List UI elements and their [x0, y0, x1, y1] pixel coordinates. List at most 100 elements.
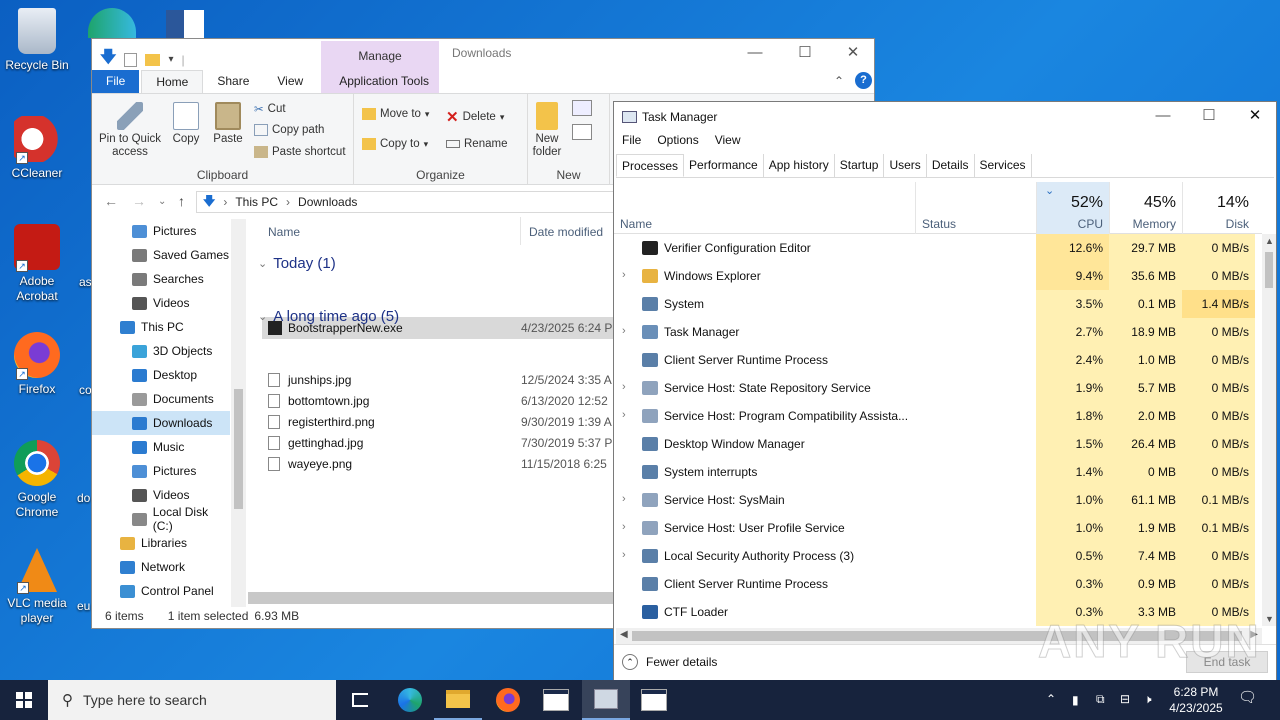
- address-bar[interactable]: 🡇 › This PC › Downloads: [196, 191, 616, 213]
- tray-overflow-chevron-icon[interactable]: ⌃: [1046, 691, 1056, 707]
- desktop-icon-acrobat[interactable]: ↗ Adobe Acrobat: [0, 224, 74, 304]
- process-row[interactable]: › Service Host: User Profile Service 1.0% 1…: [614, 514, 1262, 542]
- process-row[interactable]: System 3.5% 0.1 MB 1.4 MB/s: [614, 290, 1262, 318]
- battery-icon[interactable]: ▮: [1072, 692, 1079, 708]
- process-row[interactable]: Client Server Runtime Process 0.3% 0.9 MB 0…: [614, 570, 1262, 598]
- taskbar-search-box[interactable]: ⚲ Type here to search: [48, 680, 336, 720]
- tm-maximize-button[interactable]: ☐: [1186, 102, 1232, 132]
- expand-chevron-icon[interactable]: ›: [622, 549, 626, 561]
- device-icon[interactable]: ⧉: [1096, 691, 1105, 707]
- nav-item[interactable]: Desktop: [92, 363, 230, 387]
- nav-item[interactable]: Documents: [92, 387, 230, 411]
- process-row[interactable]: › Service Host: Program Compatibility Ass…: [614, 402, 1262, 430]
- forward-arrow-icon[interactable]: →: [132, 193, 146, 209]
- new-folder-button[interactable]: New folder: [530, 102, 564, 159]
- easy-access-icon[interactable]: [572, 124, 592, 140]
- nav-item[interactable]: Pictures: [92, 219, 230, 243]
- copy-button[interactable]: Copy: [166, 102, 206, 146]
- up-arrow-icon[interactable]: ↑: [178, 193, 185, 209]
- paste-shortcut-button[interactable]: Paste shortcut: [254, 146, 346, 158]
- col-name[interactable]: Name: [614, 182, 916, 234]
- taskbar-explorer[interactable]: [434, 680, 482, 720]
- expand-chevron-icon[interactable]: ›: [622, 521, 626, 533]
- expand-chevron-icon[interactable]: ›: [622, 493, 626, 505]
- nav-item[interactable]: Music: [92, 435, 230, 459]
- menu-view[interactable]: View: [715, 133, 741, 147]
- tm-vertical-scrollbar[interactable]: ▲ ▼: [1262, 234, 1276, 626]
- recent-locations-chevron-icon[interactable]: ⌄: [158, 196, 166, 207]
- nav-item[interactable]: Videos: [92, 291, 230, 315]
- word-desktop-icon[interactable]: [166, 10, 204, 38]
- expand-chevron-icon[interactable]: ›: [622, 409, 626, 421]
- start-button[interactable]: [0, 680, 48, 720]
- group-header-today[interactable]: ⌄ Today (1): [258, 255, 336, 272]
- expand-chevron-icon[interactable]: ›: [622, 269, 626, 281]
- collapse-ribbon-icon[interactable]: ⌃: [834, 74, 844, 88]
- taskbar-app-window-2[interactable]: [630, 680, 678, 720]
- cut-button[interactable]: ✂ Cut: [254, 102, 286, 116]
- tm-minimize-button[interactable]: —: [1140, 102, 1186, 132]
- new-folder-qa-icon[interactable]: [145, 53, 161, 66]
- copy-path-button[interactable]: Copy path: [254, 124, 324, 136]
- notifications-icon[interactable]: 🗨: [1238, 690, 1257, 706]
- paste-button[interactable]: Paste: [208, 102, 248, 146]
- task-view-button[interactable]: [336, 680, 384, 720]
- tab-share[interactable]: Share: [203, 70, 263, 93]
- fewer-details-button[interactable]: ⌃ Fewer details: [622, 654, 717, 670]
- process-row[interactable]: Desktop Window Manager 1.5% 26.4 MB 0 MB/s: [614, 430, 1262, 458]
- tab-startup[interactable]: Startup: [835, 154, 885, 177]
- process-row[interactable]: Verifier Configuration Editor 12.6% 29.7 M…: [614, 234, 1262, 262]
- tab-details[interactable]: Details: [927, 154, 975, 177]
- tab-app-history[interactable]: App history: [764, 154, 835, 177]
- tab-performance[interactable]: Performance: [684, 154, 764, 177]
- nav-item[interactable]: Pictures: [92, 459, 230, 483]
- tab-services[interactable]: Services: [975, 154, 1032, 177]
- properties-icon[interactable]: [124, 52, 138, 67]
- tm-scroll-thumb[interactable]: [1265, 252, 1273, 288]
- process-row[interactable]: Client Server Runtime Process 2.4% 1.0 MB 0…: [614, 346, 1262, 374]
- nav-scroll-thumb[interactable]: [234, 389, 243, 509]
- desktop-icon-recycle-bin[interactable]: Recycle Bin: [0, 8, 74, 73]
- clock[interactable]: 6:28 PM 4/23/2025: [1164, 684, 1228, 716]
- nav-item[interactable]: Local Disk (C:): [92, 505, 230, 533]
- process-row[interactable]: › Local Security Authority Process (3) 0.5…: [614, 542, 1262, 570]
- menu-options[interactable]: Options: [657, 133, 698, 147]
- desktop-icon-ccleaner[interactable]: ↗ CCleaner: [0, 116, 74, 181]
- back-arrow-icon[interactable]: ←: [104, 193, 118, 209]
- desktop-icon-chrome[interactable]: Google Chrome: [0, 440, 74, 520]
- tab-view[interactable]: View: [263, 70, 317, 93]
- col-cpu[interactable]: ⌄ 52% CPU: [1036, 182, 1109, 234]
- nav-item[interactable]: 3D Objects: [92, 339, 230, 363]
- col-status[interactable]: Status: [916, 182, 1036, 234]
- taskbar-firefox[interactable]: [484, 680, 532, 720]
- taskbar-task-manager[interactable]: [582, 680, 630, 720]
- breadcrumb-this-pc[interactable]: This PC: [235, 195, 278, 209]
- nav-item[interactable]: Network: [92, 555, 230, 579]
- tab-users[interactable]: Users: [884, 154, 927, 177]
- new-item-icon[interactable]: [572, 100, 592, 116]
- col-disk[interactable]: 14% Disk: [1182, 182, 1255, 234]
- breadcrumb-downloads[interactable]: Downloads: [298, 195, 357, 209]
- copy-to-button[interactable]: Copy to ▾: [362, 138, 428, 150]
- explorer-horizontal-scrollbar[interactable]: [248, 592, 618, 604]
- edge-desktop-icon[interactable]: [88, 8, 136, 38]
- nav-item[interactable]: Control Panel: [92, 579, 230, 603]
- column-header-name[interactable]: Name: [268, 225, 300, 239]
- delete-button[interactable]: ✕ Delete ▾: [446, 108, 504, 126]
- help-icon[interactable]: ?: [855, 72, 872, 89]
- process-row[interactable]: System interrupts 1.4% 0 MB 0 MB/s: [614, 458, 1262, 486]
- expand-chevron-icon[interactable]: ›: [622, 381, 626, 393]
- maximize-button[interactable]: ☐: [782, 39, 828, 69]
- desktop-icon-vlc[interactable]: ↗ VLC media player: [0, 548, 74, 626]
- col-memory[interactable]: 45% Memory: [1109, 182, 1182, 234]
- nav-scrollbar[interactable]: [231, 219, 246, 607]
- tab-home[interactable]: Home: [141, 70, 204, 93]
- process-row[interactable]: › Service Host: SysMain 1.0% 61.1 MB 0.1 MB/…: [614, 486, 1262, 514]
- nav-item[interactable]: Videos: [92, 483, 230, 507]
- minimize-button[interactable]: —: [732, 39, 778, 69]
- rename-button[interactable]: Rename: [446, 138, 507, 150]
- nav-item[interactable]: This PC: [92, 315, 230, 339]
- process-row[interactable]: › Service Host: State Repository Service 1…: [614, 374, 1262, 402]
- desktop-icon-firefox[interactable]: ↗ Firefox: [0, 332, 74, 397]
- menu-file[interactable]: File: [622, 133, 641, 147]
